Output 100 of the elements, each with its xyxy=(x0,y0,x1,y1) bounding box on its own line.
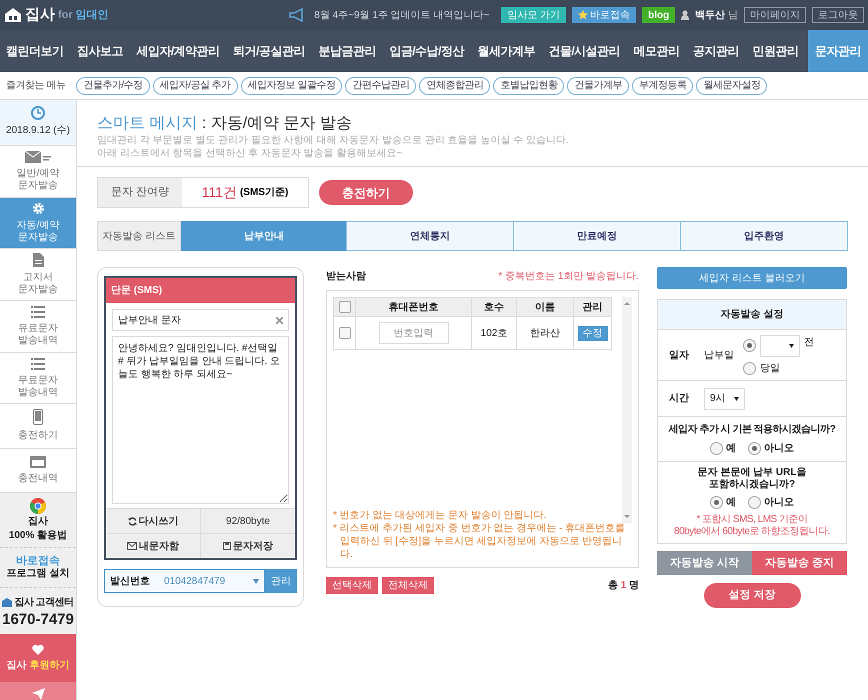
install-link[interactable]: 바로접속 프로그램 설치 xyxy=(0,548,76,588)
star-icon xyxy=(578,10,588,20)
phone-input[interactable]: 번호입력 xyxy=(378,322,448,344)
nav-tab[interactable]: 퇴거/공실관리 xyxy=(229,30,309,72)
nav-tab[interactable]: 민원관리 xyxy=(748,30,802,72)
delete-button[interactable]: 선택삭제 xyxy=(326,577,378,594)
support-phone: 1670-7479 xyxy=(2,610,74,628)
favorite-chip[interactable]: 세입자정보 일괄수정 xyxy=(240,76,342,94)
guide-link[interactable]: 집사 100% 활용법 xyxy=(0,492,76,548)
nav-tab[interactable]: 세입자/계약관리 xyxy=(132,30,224,72)
send-button[interactable] xyxy=(0,682,76,700)
option-label: 예 xyxy=(726,442,736,456)
refresh-icon xyxy=(128,516,136,526)
sms-header: 단문 (SMS) xyxy=(106,278,295,303)
rewrite-button[interactable]: 다시쓰기 xyxy=(106,509,200,533)
include-note: * 포함시 SMS, LMS 기준이 80byte에서 60byte로 하향조정됩니다. xyxy=(674,514,830,538)
total-count: 총 1 명 xyxy=(608,579,639,593)
logo-text: for xyxy=(58,8,73,23)
list-tab[interactable]: 만료예정 xyxy=(513,221,681,251)
subject-field[interactable]: 납부안내 문자 xyxy=(112,309,289,331)
balance-label: 문자 잔여량 xyxy=(98,178,182,207)
description-text: 아래 리스트에서 항목을 선택하신 후 자동문자 발송을 활용해보세요~ xyxy=(97,147,404,160)
checkbox[interactable] xyxy=(338,327,350,339)
option-label: 당일 xyxy=(760,362,780,376)
favorite-chip[interactable]: 세입자/공실 추가 xyxy=(152,76,238,94)
house-icon xyxy=(4,7,22,23)
favorite-chip[interactable]: 호별납입현황 xyxy=(493,76,564,94)
dropdown-caret-icon xyxy=(253,578,259,584)
logo-text: 집사 xyxy=(25,4,55,25)
favorite-chip[interactable]: 월세문자설정 xyxy=(696,76,768,94)
nav-tab[interactable]: 월세가계부 xyxy=(473,30,539,72)
nav-tab[interactable]: 캘린더보기 xyxy=(2,30,68,72)
sender-select[interactable]: 발신번호 01042847479 xyxy=(104,569,265,593)
donate-button[interactable]: 집사 후원하기 xyxy=(0,634,76,682)
auto-send-button[interactable]: 자동발송 중지 xyxy=(752,551,847,575)
section-title: 받는사람 xyxy=(326,270,366,284)
description-text: 임대관리 각 부문별로 별도 관리가 필요한 사항에 대해 자동문자 발송으로 관리 효율을 높이실 수 있습니다. xyxy=(97,134,570,147)
page-title: 스마트 메시지 : 자동/예약 문자 발송 xyxy=(97,114,354,134)
column-header: 이름 xyxy=(517,298,574,316)
field-label: 일자 xyxy=(669,348,690,362)
favorite-chip[interactable]: 연체종합관리 xyxy=(419,76,490,94)
field-label: 납부일 xyxy=(704,348,735,362)
logo-text: 임대인 xyxy=(76,8,109,23)
radio-button[interactable] xyxy=(710,442,723,455)
favorite-chip[interactable]: 부계정등록 xyxy=(632,76,694,94)
floppy-icon xyxy=(223,542,231,550)
heart-icon xyxy=(32,644,44,655)
time-select[interactable]: 9시 xyxy=(704,388,745,410)
delete-button[interactable]: 전체삭제 xyxy=(382,577,434,594)
radio-button[interactable] xyxy=(748,496,761,509)
nav-tab[interactable]: 공지관리 xyxy=(689,30,743,72)
settings-title: 자동발송 설정 xyxy=(658,300,846,330)
favorite-chip[interactable]: 건물가계부 xyxy=(567,76,629,94)
field-label: 시간 xyxy=(669,392,690,406)
column-header: 휴대폰번호 xyxy=(356,298,472,316)
question-text: 세입자 추가 시 기본 적용하시겠습니까? xyxy=(668,423,836,437)
favorite-chip[interactable]: 간편수납관리 xyxy=(345,76,416,94)
list-icon xyxy=(31,306,45,318)
phone-icon xyxy=(33,409,43,426)
table-cell: 102호 xyxy=(472,317,517,349)
document-icon xyxy=(32,253,44,268)
save-message-button[interactable]: 문자저장 xyxy=(201,534,295,558)
user-name: 백두산 님 xyxy=(695,8,738,22)
question-text: 문자 본문에 납부 URL을 포함하시겠습니까? xyxy=(698,467,806,491)
dropdown-caret-icon xyxy=(734,396,739,400)
header-link[interactable]: 마이페이지 xyxy=(744,7,806,23)
clear-icon[interactable] xyxy=(276,316,283,324)
nav-tab[interactable]: 집사보고 xyxy=(72,30,127,72)
browser-icon xyxy=(30,498,46,514)
support-label: 집사 고객센터 xyxy=(14,596,74,610)
nav-tab[interactable]: 분납금관리 xyxy=(314,30,380,72)
radio-button[interactable] xyxy=(748,442,761,455)
favorite-chip[interactable]: 건물추가/수정 xyxy=(76,76,150,94)
card-icon xyxy=(30,456,46,468)
message-field[interactable]: 안녕하세요? 임대인입니다. #선택일# 뒤가 납부일임을 안내 드립니다. 오늘도 행복한 하루 되세요~ xyxy=(112,336,289,504)
charge-button[interactable]: 충전하기 xyxy=(319,180,413,205)
header-link[interactable]: 로그아웃 xyxy=(812,7,864,23)
notice-link[interactable]: 8월 4주~9월 1주 업데이트 내역입니다~ xyxy=(314,8,490,22)
list-tab[interactable]: 연체통지 xyxy=(346,221,514,251)
radio-button[interactable] xyxy=(743,339,756,352)
radio-button[interactable] xyxy=(710,496,723,509)
list-icon xyxy=(31,358,45,370)
envelope-icon xyxy=(25,150,51,163)
nav-tab[interactable]: 입금/수납/정산 xyxy=(385,30,468,72)
save-settings-button[interactable]: 설정 저장 xyxy=(704,583,800,608)
envelope-icon xyxy=(127,542,137,550)
nav-tab[interactable]: 건물/시설관리 xyxy=(544,30,624,72)
option-label: 아니오 xyxy=(764,496,794,510)
table-cell: 한라산 xyxy=(517,317,574,349)
radio-button[interactable] xyxy=(743,362,756,374)
column-header: 관리 xyxy=(582,300,604,314)
list-tab[interactable]: 입주환영 xyxy=(680,221,848,251)
inbox-button[interactable]: 내문자함 xyxy=(106,534,200,558)
info-note: * 리스트에 추가된 세입자 중 번호가 없는 경우에는 - 휴대폰번호를 입력하신 뒤 [수정]을 누르시면 세입자정보에 자동으로 반영됩니다. xyxy=(333,522,626,561)
favorites-label: 즐겨찾는 메뉴 xyxy=(6,79,66,93)
column-header: 호수 xyxy=(472,298,517,316)
field-label: 전 xyxy=(804,336,814,350)
house-icon xyxy=(2,598,12,607)
checkbox[interactable] xyxy=(338,301,350,313)
nav-tab[interactable]: 메모관리 xyxy=(630,30,684,72)
